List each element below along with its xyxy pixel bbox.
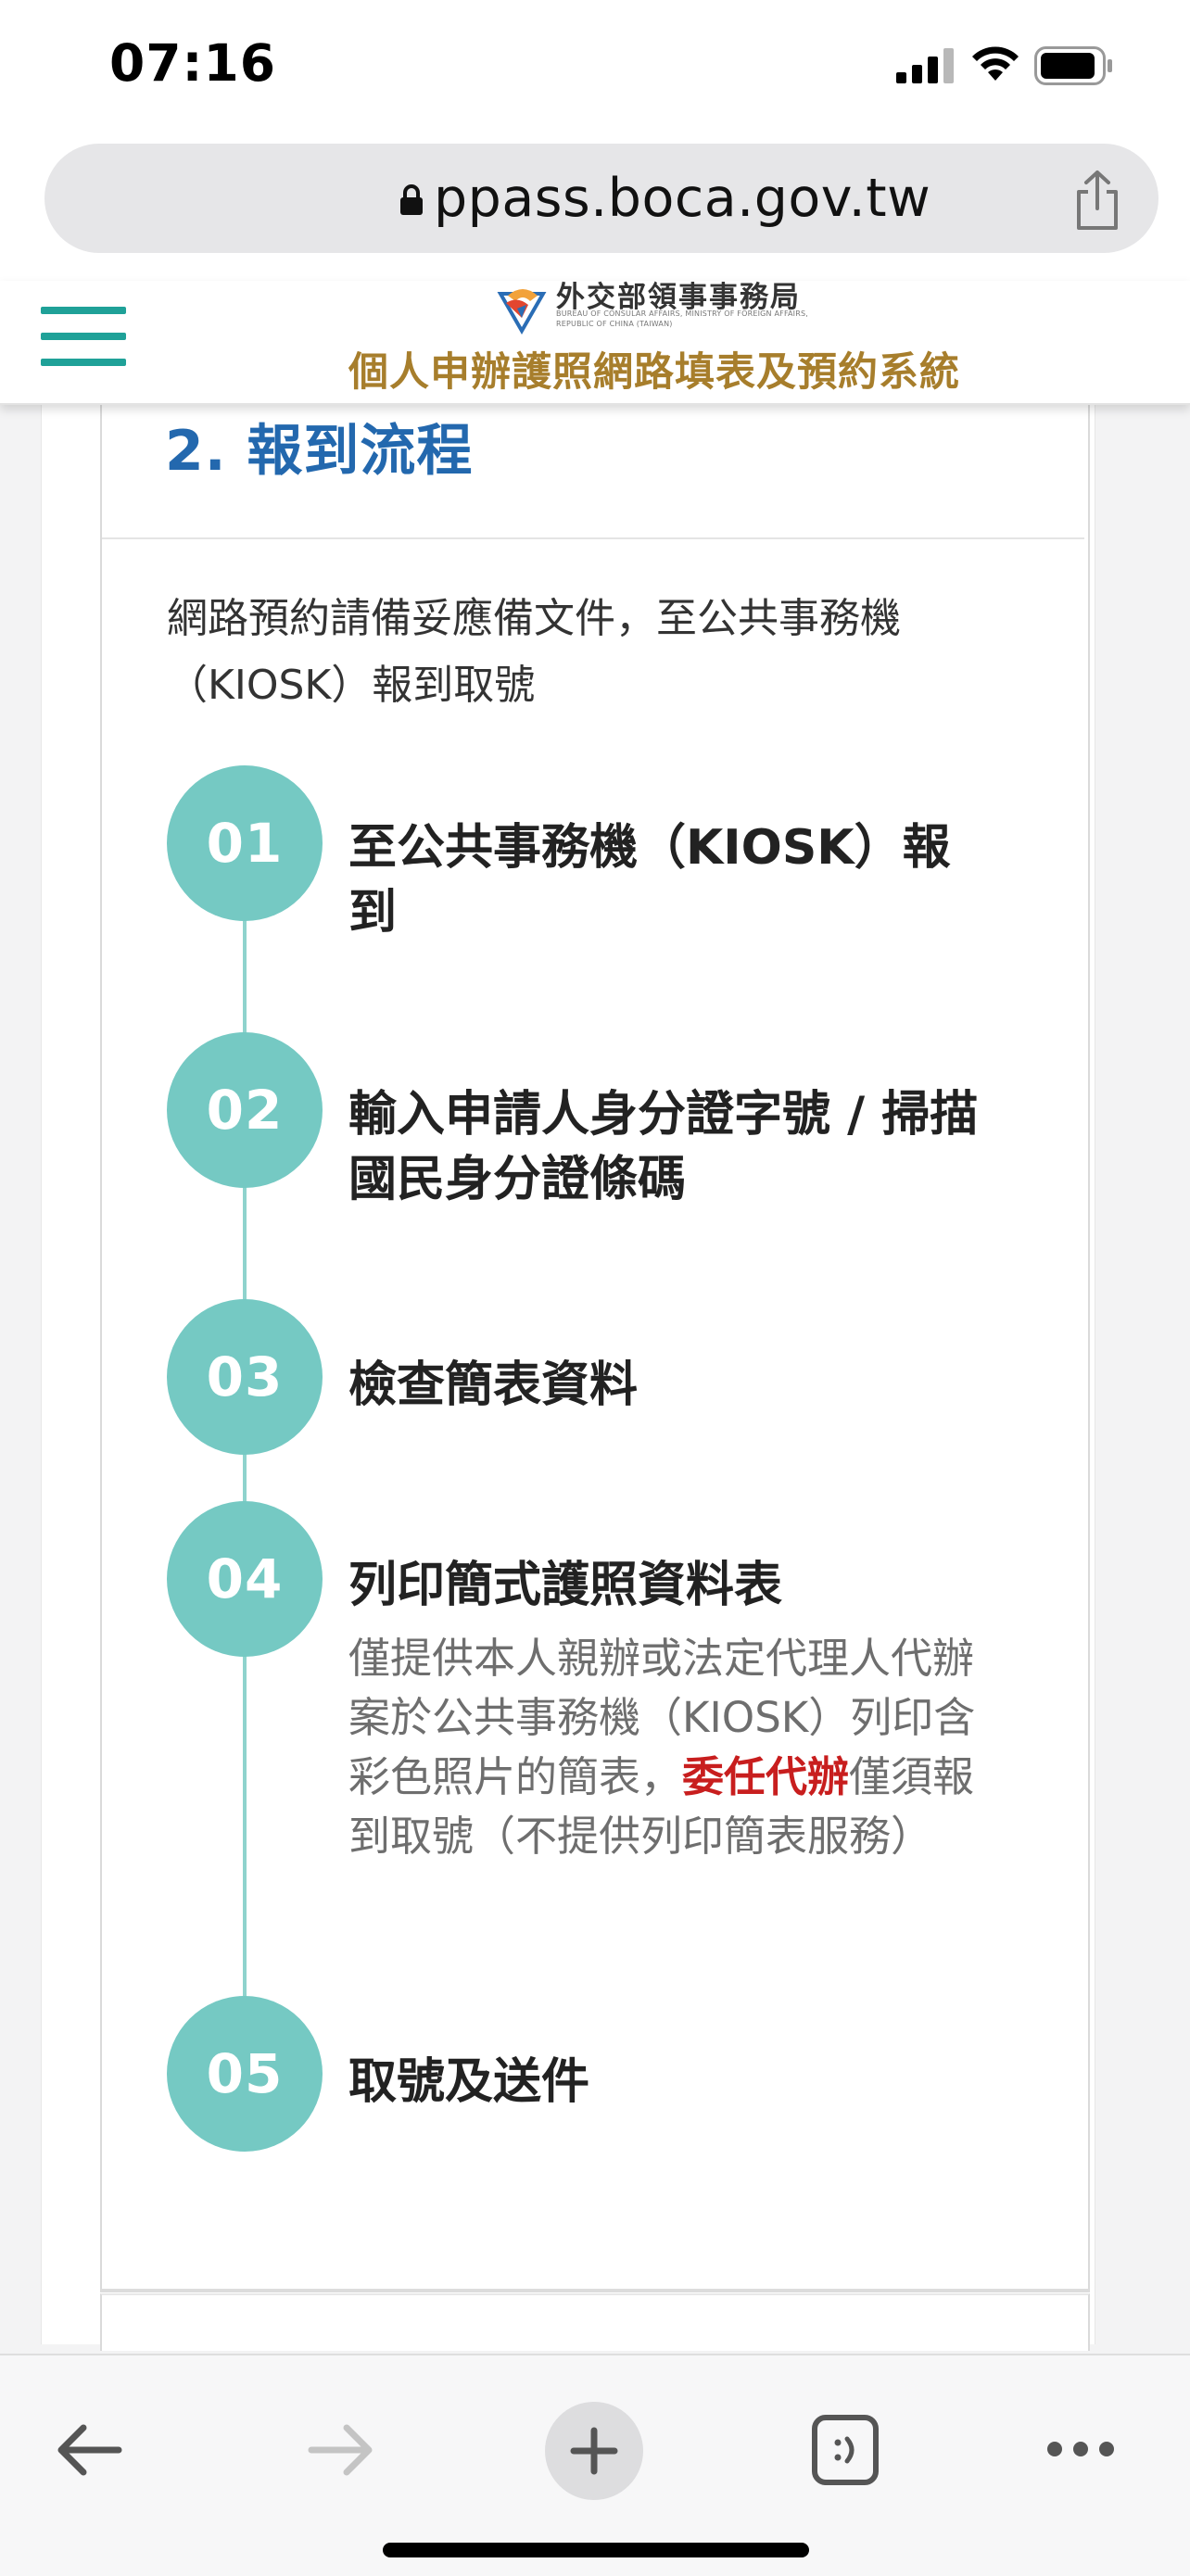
- step-title: 列印簡式護照資料表: [348, 1558, 783, 1613]
- divider: [102, 537, 1084, 539]
- timeline-line: [243, 843, 247, 2076]
- next-section-panel: [100, 2293, 1090, 2351]
- browser-toolbar: [0, 2354, 1190, 2576]
- arrow-left-icon[interactable]: [54, 2415, 124, 2485]
- battery-icon: [1034, 46, 1112, 85]
- share-icon[interactable]: [1071, 170, 1123, 231]
- step-title: 至公共事務機（KIOSK）報到: [348, 820, 951, 941]
- agency-name-en: BUREAU OF CONSULAR AFFAIRS, MINISTRY OF …: [556, 309, 809, 328]
- home-indicator: [383, 2543, 809, 2557]
- status-bar: 07:16: [0, 0, 1190, 134]
- plus-icon: [570, 2427, 618, 2475]
- wifi-icon: [972, 46, 1019, 81]
- step-number-badge: 05: [167, 1996, 323, 2152]
- hamburger-menu-icon[interactable]: [41, 301, 126, 375]
- step-title: 取號及送件: [348, 2054, 590, 2110]
- lock-icon: [400, 184, 423, 215]
- url-text: ppass.boca.gov.tw: [434, 168, 931, 229]
- ellipsis-icon[interactable]: [1045, 2435, 1116, 2463]
- section-intro: 網路預約請備妥應備文件，至公共事務機（KIOSK）報到取號: [167, 595, 901, 709]
- system-title[interactable]: 個人申辦護照網路填表及預約系統: [348, 340, 960, 398]
- step-description: 僅提供本人親辦或法定代理人代辦案於公共事務機（KIOSK）列印含彩色照片的簡表，…: [348, 1629, 988, 1866]
- step-title: 檢查簡表資料: [348, 1357, 639, 1413]
- browser-address-bar: ppass.boca.gov.tw: [0, 134, 1190, 281]
- step-title: 輸入申請人身分證字號 / 掃描國民身分證條碼: [348, 1087, 979, 1207]
- tabs-icon[interactable]: [810, 2413, 880, 2487]
- url-field[interactable]: ppass.boca.gov.tw: [44, 144, 1158, 253]
- site-header: 外交部領事事務局 BUREAU OF CONSULAR AFFAIRS, MIN…: [0, 281, 1190, 405]
- boca-logo-icon: [497, 289, 547, 335]
- new-tab-button[interactable]: [545, 2402, 643, 2500]
- step-number-badge: 01: [167, 765, 323, 921]
- step-number-badge: 03: [167, 1299, 323, 1455]
- status-time: 07:16: [109, 33, 277, 93]
- arrow-right-icon[interactable]: [306, 2415, 376, 2485]
- step-number-badge: 04: [167, 1501, 323, 1657]
- signal-icon: [896, 48, 954, 83]
- proxy-application-highlight: 委任代辦: [682, 1752, 850, 1801]
- section-title: 2. 報到流程: [165, 419, 474, 484]
- step-number-badge: 02: [167, 1032, 323, 1188]
